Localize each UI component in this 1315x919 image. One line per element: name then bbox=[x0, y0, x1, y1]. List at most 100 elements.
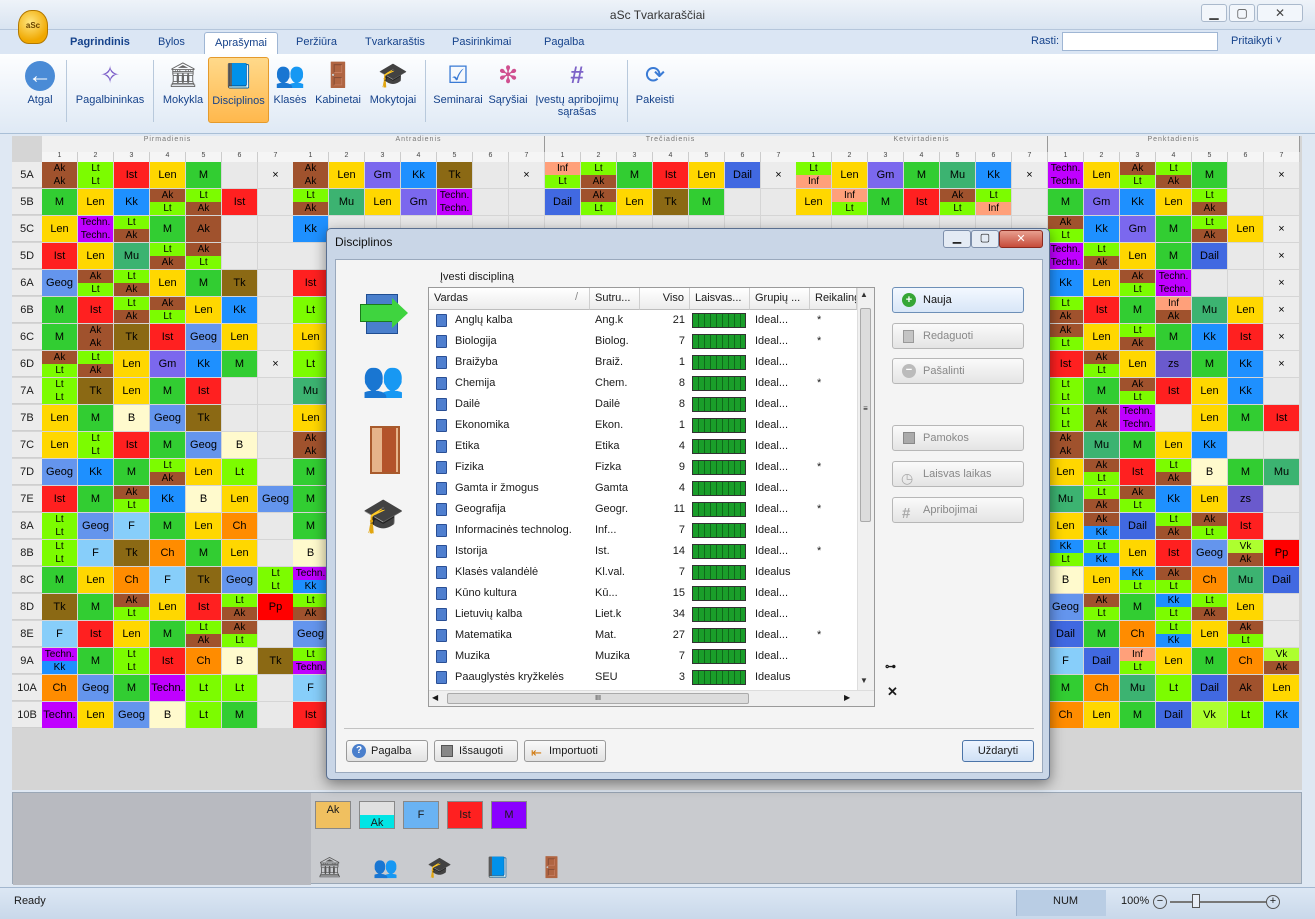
blocked-slot[interactable]: × bbox=[258, 162, 293, 188]
empty-slot[interactable] bbox=[258, 405, 293, 431]
blocked-slot[interactable]: × bbox=[761, 162, 796, 188]
lesson-card[interactable]: Kk bbox=[293, 216, 328, 242]
lesson-card[interactable]: Len bbox=[832, 162, 867, 188]
lesson-card[interactable]: Len bbox=[1228, 216, 1263, 242]
lesson-card[interactable]: Lt bbox=[1156, 607, 1191, 620]
blocked-slot[interactable]: × bbox=[1264, 162, 1299, 188]
lesson-card[interactable]: Mu bbox=[940, 162, 975, 188]
class-row-label[interactable]: 9A bbox=[12, 648, 42, 674]
empty-slot[interactable] bbox=[258, 270, 293, 296]
edit-subject-button[interactable]: Redaguoti bbox=[892, 323, 1024, 349]
lesson-card[interactable]: Kk bbox=[78, 459, 113, 485]
lesson-card[interactable]: Inf bbox=[832, 189, 867, 202]
lesson-card[interactable]: F bbox=[42, 621, 77, 647]
minimize-button[interactable]: ▁ bbox=[1201, 4, 1227, 22]
lesson-card[interactable]: Vk bbox=[1192, 702, 1227, 728]
lesson-card[interactable]: Ak bbox=[1156, 472, 1191, 485]
class-row-label[interactable]: 7B bbox=[12, 405, 42, 431]
lesson-card[interactable]: Lt bbox=[186, 702, 221, 728]
lesson-card[interactable]: M bbox=[1120, 432, 1155, 458]
lesson-card[interactable]: Dail bbox=[1048, 621, 1083, 647]
lesson-card[interactable]: Lt bbox=[1156, 459, 1191, 472]
customize-menu[interactable]: Pritaikyti ˅ bbox=[1231, 35, 1282, 47]
lesson-card[interactable]: Ak bbox=[150, 256, 185, 269]
lesson-card[interactable]: Tk bbox=[78, 378, 113, 404]
free-time-button[interactable]: ◷ Laisvas laikas bbox=[892, 461, 1024, 487]
back-button[interactable]: ← Atgal bbox=[18, 57, 62, 123]
tab-bylos[interactable]: Bylos bbox=[148, 32, 195, 54]
empty-slot[interactable] bbox=[1228, 270, 1263, 296]
lesson-card[interactable]: Lt bbox=[1048, 418, 1083, 431]
lesson-card[interactable]: F bbox=[78, 540, 113, 566]
empty-slot[interactable] bbox=[258, 621, 293, 647]
lesson-card[interactable]: Mu bbox=[1192, 297, 1227, 323]
subjects-list[interactable]: Vardas Sutru... Viso Laisvas... Grupių .… bbox=[428, 287, 875, 707]
lesson-card[interactable]: B bbox=[222, 648, 257, 674]
lesson-card[interactable]: Len bbox=[1048, 513, 1083, 539]
lesson-card[interactable]: M bbox=[186, 162, 221, 188]
lesson-card[interactable]: M bbox=[78, 486, 113, 512]
close-dialog-button[interactable]: Uždaryti bbox=[962, 740, 1034, 762]
blocked-slot[interactable]: × bbox=[258, 351, 293, 377]
lesson-card[interactable]: Inf bbox=[796, 175, 831, 188]
vertical-scrollbar[interactable]: ▲ ≡ ▼ bbox=[857, 288, 874, 690]
lesson-card[interactable]: Tk bbox=[258, 648, 293, 674]
lesson-card[interactable]: Geog bbox=[150, 405, 185, 431]
lesson-card[interactable]: Ak bbox=[78, 337, 113, 350]
lesson-card[interactable]: F bbox=[114, 513, 149, 539]
lessons-button[interactable]: Pamokos bbox=[892, 425, 1024, 451]
lesson-card[interactable]: Lt bbox=[78, 445, 113, 458]
lesson-card[interactable]: Ist bbox=[1156, 540, 1191, 566]
lesson-card[interactable]: M bbox=[42, 567, 77, 593]
lesson-card[interactable]: Ak bbox=[1192, 513, 1227, 526]
horizontal-scrollbar[interactable]: ◀ III ▶ bbox=[429, 690, 874, 706]
lesson-card[interactable]: Techn. bbox=[42, 702, 77, 728]
lesson-card[interactable]: M bbox=[689, 189, 724, 215]
school-building-icon[interactable]: 🏛 bbox=[317, 855, 343, 880]
lesson-card[interactable]: Ak bbox=[1264, 661, 1299, 674]
lesson-card[interactable]: Techn. bbox=[1156, 283, 1191, 296]
lesson-card[interactable]: Gm bbox=[401, 189, 436, 215]
lesson-card[interactable]: Len bbox=[1120, 351, 1155, 377]
lesson-card[interactable]: M bbox=[1084, 621, 1119, 647]
lesson-card[interactable]: Ak bbox=[1048, 310, 1083, 323]
lesson-card[interactable]: Ist bbox=[114, 432, 149, 458]
lesson-card[interactable]: Lt bbox=[1120, 580, 1155, 593]
lesson-card[interactable]: Ak bbox=[186, 202, 221, 215]
lesson-card[interactable]: Ak bbox=[1084, 256, 1119, 269]
lesson-card[interactable]: B bbox=[1192, 459, 1227, 485]
lesson-card[interactable]: Len bbox=[1084, 567, 1119, 593]
lesson-card[interactable]: Dail bbox=[1264, 567, 1299, 593]
lesson-card[interactable]: Lt bbox=[1048, 553, 1083, 566]
lesson-card[interactable]: Dail bbox=[1084, 648, 1119, 674]
lesson-card[interactable]: Lt bbox=[222, 634, 257, 647]
lesson-card[interactable]: M bbox=[114, 675, 149, 701]
subject-row[interactable]: Klasės valandėlė Kl.val. 7 Idealus bbox=[429, 562, 857, 583]
lesson-card[interactable]: Lt bbox=[78, 432, 113, 445]
tab-aprasymai[interactable]: Aprašymai bbox=[204, 32, 278, 54]
column-free-time[interactable]: Laisvas... bbox=[690, 288, 750, 310]
lesson-card[interactable]: F bbox=[1048, 648, 1083, 674]
blocked-slot[interactable]: × bbox=[1264, 324, 1299, 350]
subject-row[interactable]: Biologija Biolog. 7 Ideal... * bbox=[429, 331, 857, 352]
unplaced-card[interactable]: Ist bbox=[447, 801, 483, 829]
lesson-card[interactable]: Ak bbox=[114, 594, 149, 607]
lesson-card[interactable]: Ch bbox=[1048, 702, 1083, 728]
class-row-label[interactable]: 6A bbox=[12, 270, 42, 296]
empty-slot[interactable] bbox=[1156, 405, 1191, 431]
lesson-card[interactable]: Len bbox=[222, 486, 257, 512]
lesson-card[interactable]: Techn. bbox=[293, 567, 328, 580]
lesson-card[interactable]: Len bbox=[150, 162, 185, 188]
lesson-card[interactable]: Len bbox=[42, 216, 77, 242]
lesson-card[interactable]: Mu bbox=[114, 243, 149, 269]
lesson-card[interactable]: Ist bbox=[653, 162, 688, 188]
remove-x-icon[interactable]: ✕ bbox=[887, 684, 898, 700]
lesson-card[interactable]: Kk bbox=[114, 189, 149, 215]
subject-row[interactable]: Ekonomika Ekon. 1 Ideal... bbox=[429, 415, 857, 436]
lesson-card[interactable]: Len bbox=[1084, 324, 1119, 350]
lesson-card[interactable]: Ak bbox=[581, 175, 616, 188]
lesson-card[interactable]: Ist bbox=[1048, 351, 1083, 377]
lesson-card[interactable]: Kk bbox=[1264, 702, 1299, 728]
empty-slot[interactable] bbox=[1264, 378, 1299, 404]
lesson-card[interactable]: M bbox=[617, 162, 652, 188]
